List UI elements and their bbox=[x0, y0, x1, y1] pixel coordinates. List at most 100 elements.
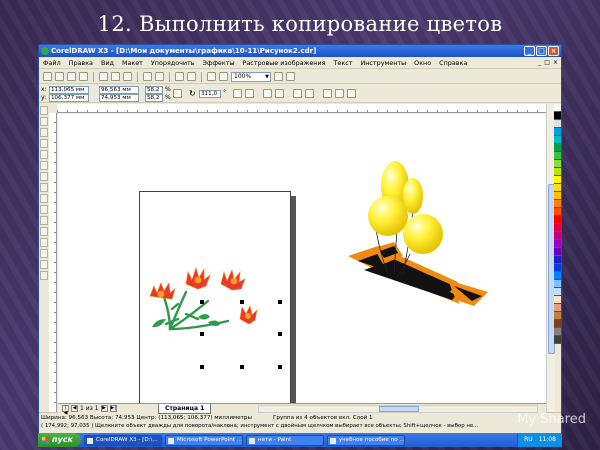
app-launcher-icon[interactable] bbox=[207, 72, 216, 81]
palette-swatch[interactable] bbox=[554, 336, 561, 344]
palette-swatch[interactable] bbox=[554, 232, 561, 240]
language-indicator[interactable]: RU bbox=[524, 433, 533, 447]
palette-swatch[interactable] bbox=[554, 152, 561, 160]
palette-swatch[interactable] bbox=[554, 288, 561, 296]
page-tab[interactable]: Страница 1 bbox=[158, 404, 212, 414]
drawing-canvas[interactable] bbox=[58, 114, 546, 426]
smart-fill-icon[interactable] bbox=[40, 161, 48, 170]
pick-tool-icon[interactable] bbox=[40, 106, 48, 115]
menu-file[interactable]: Файл bbox=[43, 59, 61, 67]
menu-tools[interactable]: Инструменты bbox=[360, 59, 406, 67]
menu-effects[interactable]: Эффекты bbox=[203, 59, 235, 67]
palette-swatch[interactable] bbox=[554, 216, 561, 224]
carnation-flowers[interactable] bbox=[149, 267, 258, 331]
start-button[interactable]: пуск bbox=[38, 433, 81, 447]
menu-edit[interactable]: Правка bbox=[69, 59, 93, 67]
horizontal-scroll-thumb[interactable] bbox=[379, 406, 419, 412]
palette-swatch[interactable] bbox=[554, 112, 561, 120]
copy-icon[interactable] bbox=[111, 72, 120, 81]
interactive-fill-icon[interactable] bbox=[40, 271, 48, 280]
palette-swatch[interactable] bbox=[554, 104, 561, 112]
horizontal-ruler[interactable] bbox=[57, 104, 547, 113]
interactive-tool-icon[interactable] bbox=[40, 227, 48, 236]
zoom-tool-icon[interactable] bbox=[40, 139, 48, 148]
palette-swatch[interactable] bbox=[554, 224, 561, 232]
menu-bitmaps[interactable]: Растровые изображения bbox=[243, 59, 326, 67]
palette-swatch[interactable] bbox=[554, 312, 561, 320]
width-field[interactable]: 96,563 мм bbox=[99, 86, 139, 94]
eyedropper-tool-icon[interactable] bbox=[40, 238, 48, 247]
palette-swatch[interactable] bbox=[554, 176, 561, 184]
menu-help[interactable]: Справка bbox=[439, 59, 467, 67]
palette-swatch[interactable] bbox=[554, 248, 561, 256]
palette-swatch[interactable] bbox=[554, 128, 561, 136]
break-apart-icon[interactable] bbox=[305, 89, 314, 98]
menu-text[interactable]: Текст bbox=[334, 59, 353, 67]
first-page-icon[interactable]: |◀ bbox=[62, 405, 69, 416]
doc-restore-icon[interactable]: □ bbox=[544, 59, 550, 66]
yellow-balloons[interactable] bbox=[368, 161, 443, 254]
minimize-button[interactable]: _ bbox=[524, 46, 535, 56]
palette-swatch[interactable] bbox=[554, 296, 561, 304]
mirror-horizontal-icon[interactable] bbox=[233, 89, 242, 98]
scale-x-field[interactable]: 58,2 bbox=[145, 86, 163, 94]
menu-view[interactable]: Вид bbox=[101, 59, 114, 67]
palette-swatch[interactable] bbox=[554, 256, 561, 264]
palette-swatch[interactable] bbox=[554, 240, 561, 248]
height-field[interactable]: 74,953 мм bbox=[99, 94, 139, 102]
combine-icon[interactable] bbox=[293, 89, 302, 98]
ungroup-icon[interactable] bbox=[275, 89, 284, 98]
rotation-field[interactable]: 311,0 bbox=[199, 90, 221, 98]
new-document-icon[interactable] bbox=[43, 72, 52, 81]
task-word[interactable]: учебное пособие по ... bbox=[326, 434, 405, 446]
palette-swatch[interactable] bbox=[554, 304, 561, 312]
print-icon[interactable] bbox=[79, 72, 88, 81]
to-back-icon[interactable] bbox=[347, 89, 356, 98]
mirror-vertical-icon[interactable] bbox=[245, 89, 254, 98]
freehand-tool-icon[interactable] bbox=[40, 150, 48, 159]
ellipse-tool-icon[interactable] bbox=[40, 183, 48, 192]
palette-swatch[interactable] bbox=[554, 136, 561, 144]
zoom-select[interactable]: 100% bbox=[231, 71, 271, 82]
task-paint[interactable]: нети - Paint bbox=[245, 434, 324, 446]
palette-swatch[interactable] bbox=[554, 200, 561, 208]
paste-icon[interactable] bbox=[123, 72, 132, 81]
redo-icon[interactable] bbox=[155, 72, 164, 81]
export-icon[interactable] bbox=[187, 72, 196, 81]
group-icon[interactable] bbox=[263, 89, 272, 98]
options-icon[interactable] bbox=[286, 72, 295, 81]
close-button[interactable]: × bbox=[548, 46, 559, 56]
palette-swatch[interactable] bbox=[554, 192, 561, 200]
rectangle-tool-icon[interactable] bbox=[40, 172, 48, 181]
palette-swatch[interactable] bbox=[554, 264, 561, 272]
shape-tool-icon[interactable] bbox=[40, 117, 48, 126]
menu-layout[interactable]: Макет bbox=[122, 59, 143, 67]
lock-ratio-icon[interactable] bbox=[173, 89, 182, 98]
basic-shapes-icon[interactable] bbox=[40, 205, 48, 214]
outline-tool-icon[interactable] bbox=[40, 249, 48, 258]
menu-arrange[interactable]: Упорядочить bbox=[151, 59, 195, 67]
align-icon[interactable] bbox=[323, 89, 332, 98]
task-coreldraw[interactable]: CorelDRAW X3 - [D:\... bbox=[83, 434, 162, 446]
palette-swatch[interactable] bbox=[554, 320, 561, 328]
x-position-field[interactable]: 113,065 мм bbox=[49, 86, 89, 94]
palette-swatch[interactable] bbox=[554, 160, 561, 168]
cut-icon[interactable] bbox=[99, 72, 108, 81]
palette-swatch[interactable] bbox=[554, 120, 561, 128]
palette-swatch[interactable] bbox=[554, 272, 561, 280]
save-icon[interactable] bbox=[67, 72, 76, 81]
text-tool-icon[interactable] bbox=[40, 216, 48, 225]
corel-online-icon[interactable] bbox=[219, 72, 228, 81]
palette-swatch[interactable] bbox=[554, 184, 561, 192]
import-icon[interactable] bbox=[175, 72, 184, 81]
next-page-icon[interactable]: ▶ bbox=[100, 405, 108, 412]
open-icon[interactable] bbox=[55, 72, 64, 81]
polygon-tool-icon[interactable] bbox=[40, 194, 48, 203]
crop-tool-icon[interactable] bbox=[40, 128, 48, 137]
palette-swatch[interactable] bbox=[554, 328, 561, 336]
snap-icon[interactable] bbox=[274, 72, 283, 81]
palette-swatch[interactable] bbox=[554, 144, 561, 152]
menu-window[interactable]: Окно bbox=[414, 59, 431, 67]
scale-y-field[interactable]: 58,2 bbox=[145, 94, 163, 102]
undo-icon[interactable] bbox=[143, 72, 152, 81]
